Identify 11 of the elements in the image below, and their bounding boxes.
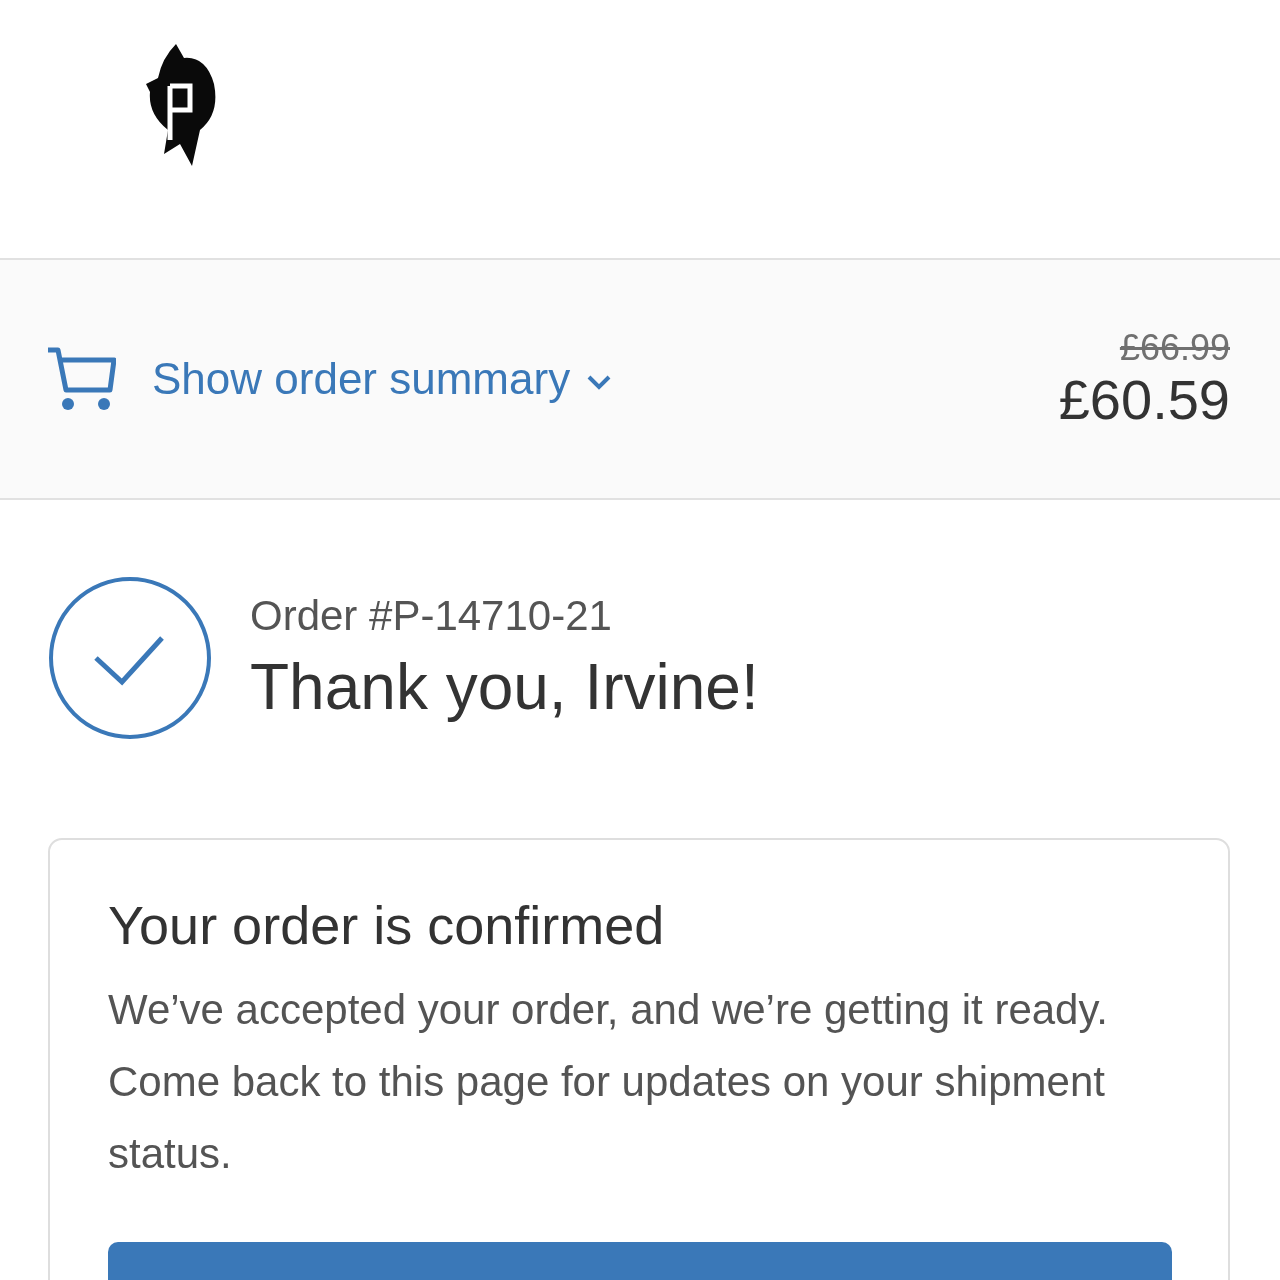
total-price: £60.59 (1058, 369, 1230, 431)
order-summary-toggle[interactable]: Show order summary (46, 346, 613, 412)
check-circle-icon (48, 576, 212, 740)
original-price: £66.99 (1119, 327, 1230, 370)
logo-icon (146, 44, 218, 168)
cart-icon (46, 346, 116, 412)
card-title: Your order is confirmed (108, 894, 666, 956)
chevron-icon (586, 374, 613, 390)
order-number: Order #P-14710-21 (250, 592, 613, 640)
thank-you-heading: Thank you, Irvine! (250, 650, 759, 724)
confirmation-message: We’ve accepted your order, and we’re getting it ready. Come back to this page for updates on your shipment status. (108, 985, 1109, 1179)
